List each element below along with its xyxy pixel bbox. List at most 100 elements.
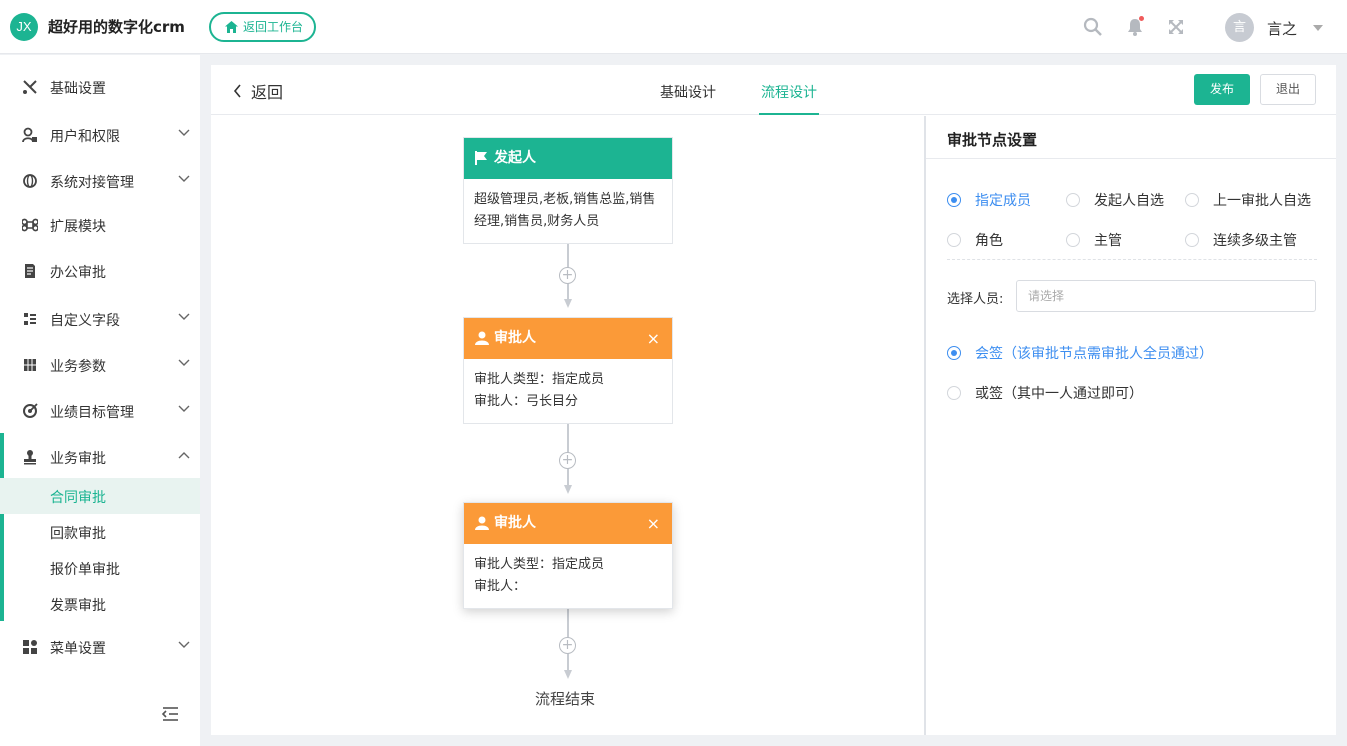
node-body: 审批人类型：指定成员 审批人：弓长目分 (464, 359, 672, 423)
sidebar-item-office-approval[interactable]: 办公审批 (0, 251, 200, 291)
node-body: 审批人类型：指定成员 审批人： (464, 544, 672, 608)
design-topbar: 返回 基础设计 流程设计 发布 退出 (211, 65, 1336, 115)
chevron-left-icon (233, 84, 241, 98)
radio-approver-type-multilevel[interactable]: 连续多级主管 (1185, 230, 1297, 250)
settings-title: 审批节点设置 (947, 131, 1038, 149)
sidebar-subitem-payment-approval[interactable]: 回款审批 (0, 514, 200, 550)
sidebar-item-performance-goals[interactable]: 业绩目标管理 (0, 391, 200, 431)
radio-dot (947, 386, 961, 400)
target-icon (23, 403, 38, 418)
radio-dot (1185, 233, 1199, 247)
exit-button[interactable]: 退出 (1260, 74, 1316, 105)
radio-approver-type-supervisor[interactable]: 主管 (1066, 230, 1122, 250)
app-logo: JX (10, 13, 38, 41)
flow-node-approver-selected[interactable]: 审批人 × 审批人类型：指定成员 审批人： (463, 502, 673, 609)
radio-approver-type-specified[interactable]: 指定成员 (947, 190, 1031, 210)
chevron-up-icon (178, 452, 190, 459)
sidebar-item-basic-settings[interactable]: 基础设置 (0, 67, 200, 107)
publish-button[interactable]: 发布 (1194, 74, 1250, 105)
add-node-plus-icon[interactable]: + (559, 267, 576, 284)
sidebar-item-business-approval[interactable]: 业务审批 (0, 437, 200, 477)
flag-icon (475, 151, 487, 165)
node-settings-panel: 审批节点设置 指定成员 发起人自选 上一审批人自选 角色 主管 连续多级主管 选… (924, 116, 1336, 735)
apps-icon (23, 640, 37, 654)
back-to-workspace-button[interactable]: 返回工作台 (209, 12, 316, 42)
add-node-plus-icon[interactable]: + (559, 637, 576, 654)
sidebar-item-menu-settings[interactable]: 菜单设置 (0, 627, 200, 667)
sidebar-item-business-params[interactable]: 业务参数 (0, 345, 200, 385)
user-icon (475, 516, 489, 530)
chevron-down-icon (178, 359, 190, 366)
document-icon (25, 264, 35, 278)
top-header: JX 超好用的数字化crm 返回工作台 言 言之 (0, 0, 1347, 54)
caret-down-icon[interactable] (1313, 25, 1323, 31)
fullscreen-icon[interactable] (1166, 17, 1186, 37)
chevron-down-icon (178, 405, 190, 412)
dashed-divider (947, 259, 1317, 260)
chevron-down-icon (178, 175, 190, 182)
node-header: 发起人 (464, 138, 672, 179)
node-header: 审批人 × (464, 318, 672, 359)
radio-dot (1066, 193, 1080, 207)
back-button[interactable]: 返回 (231, 79, 283, 103)
home-icon (225, 21, 238, 33)
chevron-down-icon (178, 313, 190, 320)
wrench-icon (23, 80, 37, 94)
back-to-workspace-label: 返回工作台 (243, 20, 304, 34)
node-body: 超级管理员,老板,销售总监,销售经理,销售员,财务人员 (474, 192, 656, 229)
flow-arrow (564, 670, 572, 679)
radio-approver-type-role[interactable]: 角色 (947, 230, 1003, 250)
select-person-input[interactable]: 请选择 (1016, 280, 1316, 312)
radio-approver-type-previous-choose[interactable]: 上一审批人自选 (1185, 190, 1311, 210)
radio-dot (947, 193, 961, 207)
tab-flow-design[interactable]: 流程设计 (761, 82, 817, 102)
radio-sign-mode-all[interactable]: 会签（该审批节点需审批人全员通过） (947, 343, 1213, 363)
sidebar-item-custom-fields[interactable]: 自定义字段 (0, 299, 200, 339)
flow-node-approver[interactable]: 审批人 × 审批人类型：指定成员 审批人：弓长目分 (463, 317, 673, 424)
notification-dot (1139, 16, 1144, 21)
sidebar-item-system-integration[interactable]: 系统对接管理 (0, 161, 200, 201)
tab-basic-design[interactable]: 基础设计 (660, 82, 716, 102)
sidebar-subitem-contract-approval[interactable]: 合同审批 (0, 478, 200, 514)
stamp-icon (24, 450, 36, 465)
user-icon (475, 331, 489, 345)
node-header: 审批人 × (464, 503, 672, 544)
globe-icon (23, 174, 37, 188)
flow-node-initiator[interactable]: 发起人 超级管理员,老板,销售总监,销售经理,销售员,财务人员 (463, 137, 673, 244)
radio-dot (1185, 193, 1199, 207)
search-icon[interactable] (1083, 17, 1103, 37)
approver-type-line: 审批人类型：指定成员 (474, 557, 605, 572)
sidebar: 基础设置 用户和权限 系统对接管理 扩展模块 办公审批 自定义字段 业务参数 业… (0, 55, 200, 746)
divider (926, 158, 1336, 159)
sidebar-item-extension-modules[interactable]: 扩展模块 (0, 205, 200, 245)
grid-icon (24, 359, 36, 371)
radio-dot (947, 346, 961, 360)
approver-line: 审批人： (474, 579, 527, 594)
radio-dot (947, 233, 961, 247)
radio-sign-mode-any[interactable]: 或签（其中一人通过即可） (947, 383, 1143, 403)
radio-approver-type-initiator-choose[interactable]: 发起人自选 (1066, 190, 1164, 210)
list-icon (24, 313, 36, 325)
select-person-label: 选择人员: (947, 292, 1004, 307)
flow-arrow (564, 485, 572, 494)
sidebar-subitem-quote-approval[interactable]: 报价单审批 (0, 550, 200, 586)
command-icon (22, 218, 38, 232)
close-icon[interactable]: × (647, 503, 660, 544)
chevron-down-icon (178, 129, 190, 136)
avatar[interactable]: 言 (1225, 13, 1254, 42)
sidebar-subitem-invoice-approval[interactable]: 发票审批 (0, 586, 200, 622)
radio-dot (1066, 233, 1080, 247)
add-node-plus-icon[interactable]: + (559, 452, 576, 469)
sidebar-item-users-permissions[interactable]: 用户和权限 (0, 115, 200, 155)
approver-line: 审批人：弓长目分 (474, 394, 579, 409)
main-panel: 返回 基础设计 流程设计 发布 退出 + + + 发起人 超级管理员,老板,销售… (211, 65, 1336, 735)
chevron-down-icon (178, 641, 190, 648)
app-title: 超好用的数字化crm (48, 18, 185, 36)
close-icon[interactable]: × (647, 318, 660, 359)
active-tab-underline (759, 113, 819, 115)
flow-arrow (564, 299, 572, 308)
user-name[interactable]: 言之 (1267, 18, 1297, 39)
flow-end-label: 流程结束 (535, 690, 596, 708)
user-lock-icon (22, 127, 37, 143)
collapse-sidebar-icon[interactable] (161, 706, 179, 722)
